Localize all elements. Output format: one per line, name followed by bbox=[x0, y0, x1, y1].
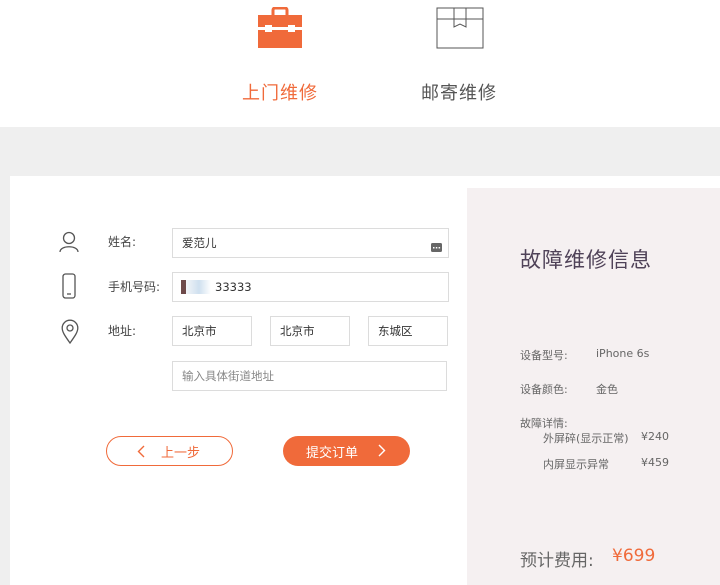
autofill-icon[interactable] bbox=[431, 237, 442, 256]
device-color-value: 金色 bbox=[596, 383, 618, 396]
chevron-right-icon bbox=[378, 444, 386, 461]
name-field[interactable] bbox=[172, 228, 449, 258]
fault-details-label: 故障详情: bbox=[520, 417, 568, 430]
redacted-phone-prefix bbox=[181, 280, 211, 294]
toolbox-icon bbox=[257, 6, 303, 53]
submit-order-button[interactable]: 提交订单 bbox=[283, 436, 410, 466]
phone-value: 33333 bbox=[215, 280, 252, 294]
city-select[interactable]: 北京市 bbox=[270, 316, 350, 346]
service-mode-bar: 上门维修 邮寄维修 bbox=[0, 0, 720, 127]
fault-item-name: 外屏碎(显示正常) bbox=[543, 432, 629, 445]
phone-icon bbox=[62, 273, 76, 303]
submit-order-label: 提交订单 bbox=[306, 445, 359, 461]
device-model-label: 设备型号: bbox=[520, 349, 568, 362]
address-label: 地址: bbox=[108, 324, 137, 338]
device-color-label: 设备颜色: bbox=[520, 383, 568, 396]
repair-info-title: 故障维修信息 bbox=[520, 248, 652, 272]
tab-onsite-repair[interactable]: 上门维修 bbox=[200, 0, 360, 110]
tab-onsite-repair-label: 上门维修 bbox=[242, 83, 318, 104]
location-pin-icon bbox=[61, 319, 79, 348]
estimated-cost-value: ¥699 bbox=[612, 546, 656, 566]
district-select[interactable]: 东城区 bbox=[368, 316, 448, 346]
tab-mail-in-repair-label: 邮寄维修 bbox=[421, 83, 497, 104]
chevron-left-icon bbox=[137, 445, 145, 462]
box-icon bbox=[436, 7, 484, 53]
user-icon bbox=[59, 231, 79, 257]
fault-item-price: ¥240 bbox=[641, 430, 669, 443]
tab-mail-in-repair[interactable]: 邮寄维修 bbox=[379, 0, 539, 110]
province-select[interactable]: 北京市 bbox=[172, 316, 252, 346]
street-address-input[interactable] bbox=[172, 361, 447, 391]
device-model-value: iPhone 6s bbox=[596, 347, 650, 360]
previous-step-label: 上一步 bbox=[161, 445, 201, 461]
previous-step-button[interactable]: 上一步 bbox=[106, 436, 233, 466]
phone-field[interactable]: 33333 bbox=[172, 272, 449, 302]
estimated-cost-label: 预计费用: bbox=[520, 551, 594, 571]
fault-item-price: ¥459 bbox=[641, 456, 669, 469]
phone-label: 手机号码: bbox=[108, 280, 161, 294]
fault-item-name: 内屏显示异常 bbox=[543, 458, 609, 471]
name-label: 姓名: bbox=[108, 235, 137, 249]
